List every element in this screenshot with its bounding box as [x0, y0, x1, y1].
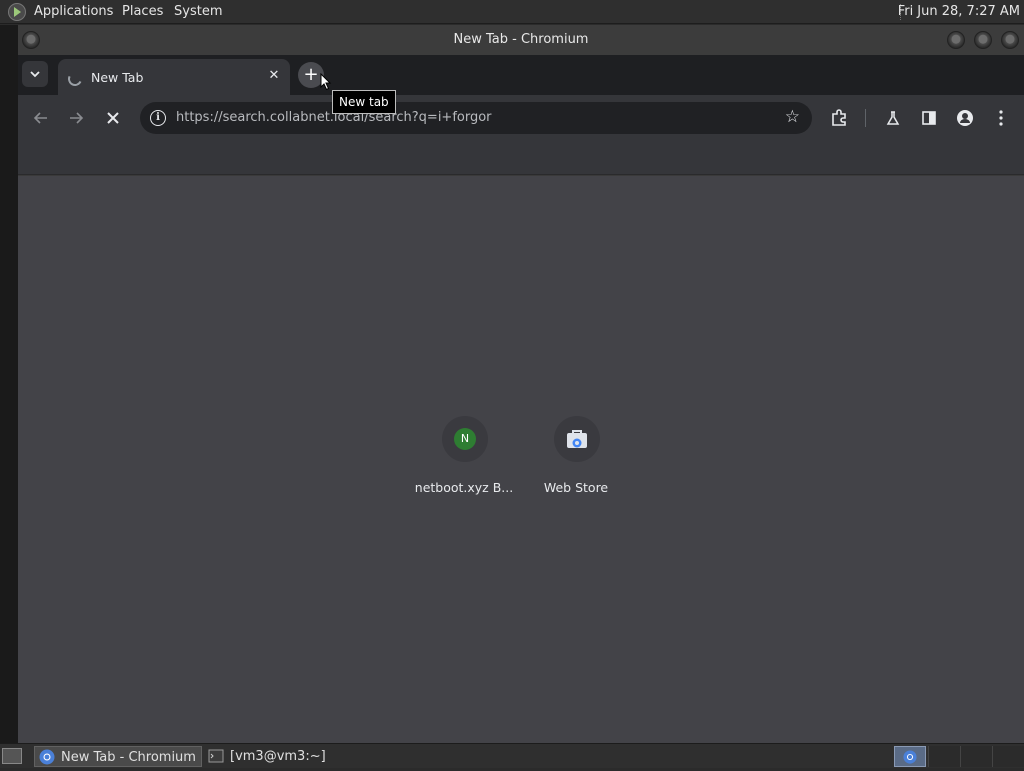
- letter-badge-icon: N: [454, 428, 476, 450]
- mouse-cursor-icon: [320, 73, 332, 91]
- taskbar-item-chromium[interactable]: New Tab - Chromium: [34, 746, 202, 767]
- new-tab-page: N netboot.xyz B... Web Store: [18, 176, 1024, 743]
- forward-icon[interactable]: [65, 107, 87, 129]
- taskbar-item-terminal[interactable]: [vm3@vm3:~]: [204, 746, 374, 767]
- tab-new-tab[interactable]: New Tab ✕: [58, 59, 290, 95]
- close-window-button[interactable]: [1001, 31, 1019, 49]
- workspace-4[interactable]: [992, 746, 1024, 767]
- show-desktop-icon[interactable]: [2, 748, 22, 764]
- close-tab-icon[interactable]: ✕: [266, 68, 282, 84]
- chromium-icon: [903, 750, 917, 764]
- back-icon[interactable]: [30, 107, 52, 129]
- taskbar-item-label: New Tab - Chromium: [61, 750, 196, 765]
- places-menu[interactable]: Places: [122, 4, 163, 19]
- minimize-button[interactable]: [947, 31, 965, 49]
- toolbar-separator: [865, 109, 866, 127]
- window-menu-button[interactable]: [22, 31, 40, 49]
- gnome-menu-icon[interactable]: [8, 3, 26, 21]
- taskbar-item-label: [vm3@vm3:~]: [230, 749, 326, 764]
- more-menu-icon[interactable]: [990, 107, 1012, 129]
- stop-loading-icon[interactable]: [102, 107, 124, 129]
- top-panel: Applications Places System Fri Jun 28, 7…: [0, 0, 1024, 24]
- maximize-button[interactable]: [974, 31, 992, 49]
- system-menu[interactable]: System: [174, 4, 222, 19]
- shortcut-icon-circle: N: [442, 416, 488, 462]
- window-title: New Tab - Chromium: [453, 32, 589, 47]
- desktop-edge: [0, 25, 18, 743]
- tab-search-button[interactable]: [22, 61, 48, 87]
- loading-spinner-icon: [66, 70, 84, 88]
- chromium-icon: [39, 749, 55, 765]
- shortcut-tile[interactable]: N netboot.xyz B...: [408, 416, 520, 506]
- bookmarks-bar: [18, 141, 1024, 175]
- bookmark-star-icon[interactable]: ☆: [785, 107, 800, 127]
- web-store-icon: [567, 430, 587, 448]
- window-titlebar[interactable]: New Tab - Chromium: [18, 25, 1024, 55]
- shortcut-title: Web Store: [543, 480, 609, 495]
- terminal-icon: [208, 749, 224, 763]
- side-panel-icon[interactable]: [918, 107, 940, 129]
- browser-window: New Tab - Chromium New Tab ✕ + i https:/…: [18, 25, 1024, 743]
- profile-avatar-icon[interactable]: [954, 107, 976, 129]
- workspace-3[interactable]: [960, 746, 992, 767]
- browser-toolbar: i https://search.collabnet.local/search?…: [18, 95, 1024, 141]
- applications-menu[interactable]: Applications: [34, 4, 113, 19]
- shortcut-tile[interactable]: Web Store: [520, 416, 632, 506]
- shortcut-icon-circle: [554, 416, 600, 462]
- chevron-down-icon: [30, 71, 40, 78]
- new-tab-tooltip: New tab: [332, 90, 396, 114]
- shortcut-title: netboot.xyz B...: [414, 480, 514, 495]
- workspace-chromium-icon[interactable]: [894, 746, 926, 767]
- workspace-2[interactable]: [928, 746, 960, 767]
- labs-flask-icon[interactable]: [882, 107, 904, 129]
- tab-strip: New Tab ✕ +: [18, 55, 1024, 95]
- address-bar[interactable]: i https://search.collabnet.local/search?…: [140, 102, 812, 134]
- site-info-icon[interactable]: i: [150, 110, 166, 126]
- tab-title: New Tab: [91, 70, 144, 85]
- bottom-panel: New Tab - Chromium [vm3@vm3:~]: [0, 743, 1024, 768]
- clock[interactable]: Fri Jun 28, 7:27 AM: [898, 4, 1020, 19]
- extensions-icon[interactable]: [828, 107, 850, 129]
